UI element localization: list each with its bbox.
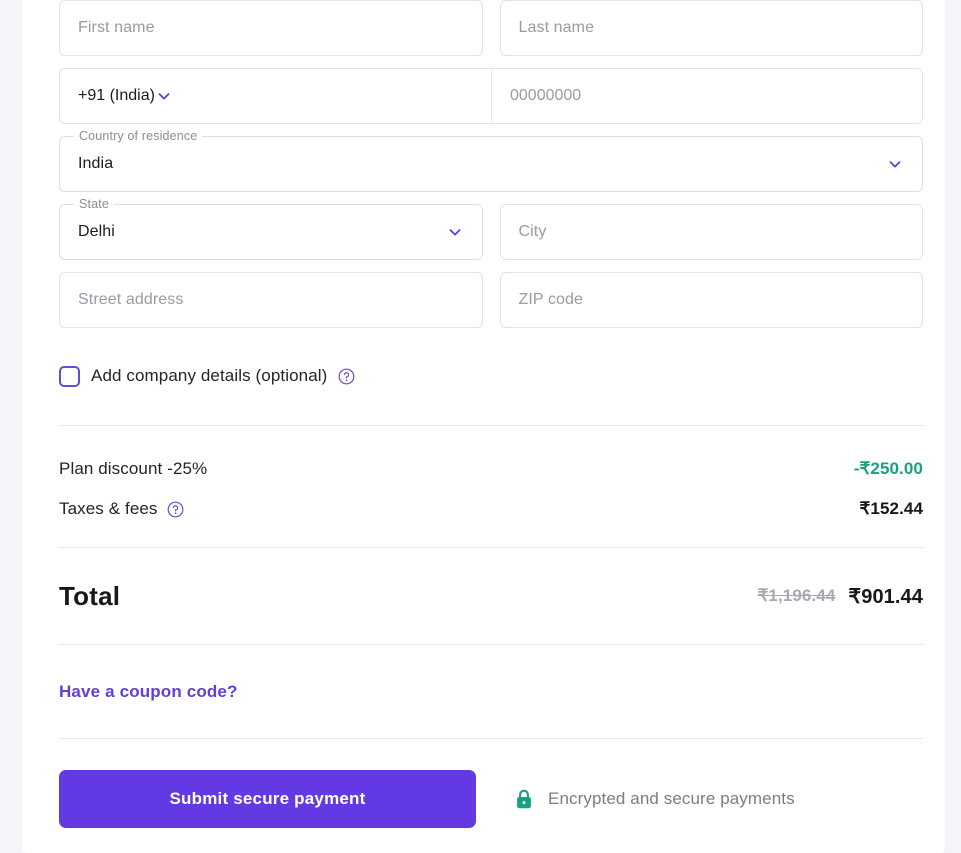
submit-section: Submit secure payment Encrypted and secu… xyxy=(59,739,923,828)
price-row-discount: Plan discount -25% -₹250.00 xyxy=(59,449,923,489)
country-row: Country of residence India xyxy=(59,129,923,192)
total-original-price: ₹1,196.44 xyxy=(757,586,836,605)
zip-code-input[interactable]: ZIP code xyxy=(499,272,923,328)
name-row: First name Last name xyxy=(59,0,923,56)
state-value: Delhi xyxy=(78,223,115,240)
country-of-residence-select[interactable]: Country of residence India xyxy=(59,129,923,192)
price-rows: Plan discount -25% -₹250.00 Taxes & fees… xyxy=(59,426,923,529)
first-name-placeholder: First name xyxy=(78,19,155,36)
total-row: Total ₹1,196.44 ₹901.44 xyxy=(59,548,923,644)
chevron-down-icon xyxy=(158,93,170,100)
phone-placeholder: 00000000 xyxy=(510,87,582,104)
price-row-taxes: Taxes & fees ₹152.44 xyxy=(59,489,923,529)
total-label: Total xyxy=(59,580,121,611)
zip-code-placeholder: ZIP code xyxy=(518,291,584,308)
checkout-content: First name Last name +91 (India) 0000000… xyxy=(59,0,923,828)
coupon-code-link[interactable]: Have a coupon code? xyxy=(59,682,238,702)
address-row: Street address ZIP code xyxy=(59,272,923,328)
last-name-placeholder: Last name xyxy=(518,19,595,36)
chevron-down-icon xyxy=(889,161,901,168)
first-name-col: First name xyxy=(59,0,483,56)
taxes-fees-label-wrap: Taxes & fees xyxy=(59,499,184,519)
street-address-placeholder: Street address xyxy=(78,291,184,308)
phone-row: +91 (India) 00000000 xyxy=(59,68,923,124)
zip-col: ZIP code xyxy=(499,272,923,328)
country-code-select[interactable]: +91 (India) xyxy=(60,69,492,123)
plan-discount-value: -₹250.00 xyxy=(853,459,923,478)
question-circle-icon[interactable] xyxy=(338,368,355,385)
phone-number-input[interactable]: 00000000 xyxy=(492,69,922,123)
street-address-input[interactable]: Street address xyxy=(59,272,483,328)
city-col: City xyxy=(499,204,923,260)
submit-secure-payment-button[interactable]: Submit secure payment xyxy=(59,770,476,828)
state-city-row: State Delhi City xyxy=(59,197,923,260)
taxes-fees-label: Taxes & fees xyxy=(59,499,158,518)
country-of-residence-label: Country of residence xyxy=(74,129,203,143)
checkout-card: First name Last name +91 (India) 0000000… xyxy=(22,0,945,853)
plan-discount-label: Plan discount -25% xyxy=(59,459,208,478)
taxes-fees-value: ₹152.44 xyxy=(859,499,923,518)
checkout-page: First name Last name +91 (India) 0000000… xyxy=(0,0,961,853)
street-col: Street address xyxy=(59,272,483,328)
secure-payment-text: Encrypted and secure payments xyxy=(548,789,795,808)
phone-group: +91 (India) 00000000 xyxy=(59,68,923,124)
secure-payment-note: Encrypted and secure payments xyxy=(514,788,795,810)
state-label: State xyxy=(74,197,114,211)
total-final-price: ₹901.44 xyxy=(848,585,923,608)
phone-col: +91 (India) 00000000 xyxy=(59,68,923,124)
company-details-checkbox[interactable] xyxy=(59,365,80,387)
city-placeholder: City xyxy=(518,223,547,240)
company-details-label: Add company details (optional) xyxy=(91,366,328,385)
state-select[interactable]: State Delhi xyxy=(59,197,483,260)
country-col: Country of residence India xyxy=(59,129,923,192)
question-circle-icon[interactable] xyxy=(167,501,184,518)
first-name-input[interactable]: First name xyxy=(59,0,483,56)
city-input[interactable]: City xyxy=(499,204,923,260)
coupon-section: Have a coupon code? xyxy=(59,645,923,738)
last-name-input[interactable]: Last name xyxy=(499,0,923,56)
country-of-residence-value: India xyxy=(78,155,114,172)
last-name-col: Last name xyxy=(499,0,923,56)
company-details-row[interactable]: Add company details (optional) xyxy=(59,364,923,388)
lock-icon xyxy=(517,789,531,809)
total-values: ₹1,196.44 ₹901.44 xyxy=(758,584,924,609)
state-col: State Delhi xyxy=(59,197,483,260)
chevron-down-icon xyxy=(449,229,460,236)
country-code-value: +91 (India) xyxy=(78,87,155,104)
